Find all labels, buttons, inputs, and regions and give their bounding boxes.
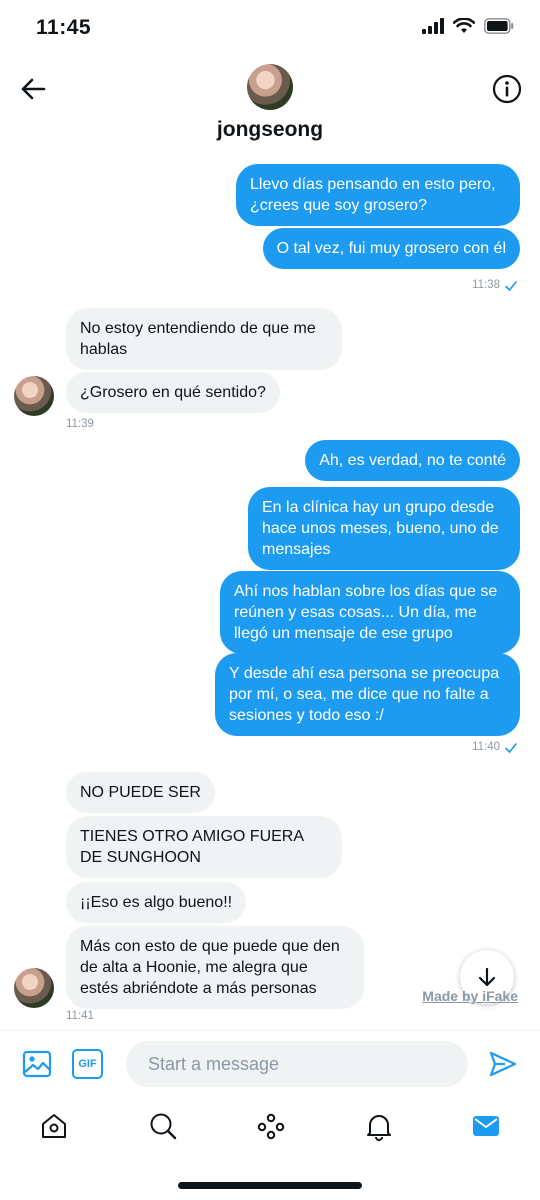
- info-button[interactable]: [490, 72, 524, 106]
- message-timestamp: 11:38: [472, 279, 500, 291]
- message-bubble-incoming[interactable]: ¿Grosero en qué sentido?: [66, 372, 280, 413]
- tab-spaces[interactable]: [253, 1108, 289, 1144]
- message-bubble-incoming[interactable]: No estoy entendiendo de que me hablas: [66, 308, 342, 370]
- tab-notifications[interactable]: [361, 1108, 397, 1144]
- message-list[interactable]: Llevo días pensando en esto pero, ¿crees…: [0, 150, 540, 1030]
- message-bubble-outgoing[interactable]: Llevo días pensando en esto pero, ¿crees…: [236, 164, 520, 226]
- gif-button[interactable]: GIF: [72, 1049, 103, 1079]
- spaces-icon: [257, 1113, 285, 1140]
- status-icons: [422, 18, 514, 34]
- tab-search[interactable]: [145, 1108, 181, 1144]
- message-bubble-outgoing[interactable]: Ahí nos hablan sobre los días que se reú…: [220, 571, 520, 654]
- arrow-down-icon: [478, 967, 496, 987]
- message-timestamp: 11:40: [472, 741, 500, 753]
- contact-name[interactable]: jongseong: [0, 118, 540, 142]
- status-time: 11:45: [36, 16, 92, 39]
- watermark: Made by iFake: [422, 988, 518, 1004]
- message-bubble-outgoing[interactable]: En la clínica hay un grupo desde hace un…: [248, 487, 520, 570]
- search-icon: [150, 1113, 177, 1140]
- message-timestamp: 11:41: [66, 1010, 94, 1022]
- contact-avatar-small[interactable]: [14, 376, 54, 416]
- message-timestamp: 11:39: [66, 418, 94, 430]
- message-input[interactable]: [126, 1041, 468, 1087]
- message-composer: GIF: [0, 1030, 540, 1098]
- read-check-icon: [505, 281, 517, 292]
- read-check-icon: [505, 743, 517, 754]
- wifi-icon: [453, 18, 475, 33]
- image-icon[interactable]: [22, 1049, 52, 1079]
- tab-home[interactable]: [36, 1108, 72, 1144]
- tab-messages[interactable]: [468, 1108, 504, 1144]
- bottom-tab-bar: [0, 1098, 540, 1158]
- message-bubble-incoming[interactable]: Más con esto de que puede que den de alt…: [66, 926, 364, 1009]
- message-bubble-incoming[interactable]: ¡¡Eso es algo bueno!!: [66, 882, 247, 923]
- send-icon[interactable]: [488, 1049, 518, 1079]
- home-icon: [42, 1114, 66, 1138]
- message-bubble-incoming[interactable]: TIENES OTRO AMIGO FUERA DE SUNGHOON: [66, 816, 342, 878]
- arrow-left-icon: [21, 78, 46, 100]
- message-bubble-outgoing[interactable]: O tal vez, fui muy grosero con él: [262, 228, 520, 269]
- bell-icon: [367, 1115, 391, 1141]
- mail-icon: [473, 1116, 499, 1136]
- conversation-header: jongseong: [0, 58, 540, 150]
- back-button[interactable]: [16, 72, 50, 106]
- contact-avatar-small[interactable]: [14, 968, 54, 1008]
- battery-icon: [484, 18, 514, 34]
- message-bubble-incoming[interactable]: NO PUEDE SER: [66, 772, 215, 813]
- home-indicator: [178, 1182, 362, 1189]
- message-bubble-outgoing[interactable]: Ah, es verdad, no te conté: [305, 440, 520, 481]
- status-bar: 11:45: [0, 0, 540, 58]
- signal-icon: [422, 18, 444, 34]
- contact-avatar[interactable]: [247, 64, 293, 110]
- message-bubble-outgoing[interactable]: Y desde ahí esa persona se preocupa por …: [215, 653, 520, 736]
- info-icon: [492, 74, 522, 104]
